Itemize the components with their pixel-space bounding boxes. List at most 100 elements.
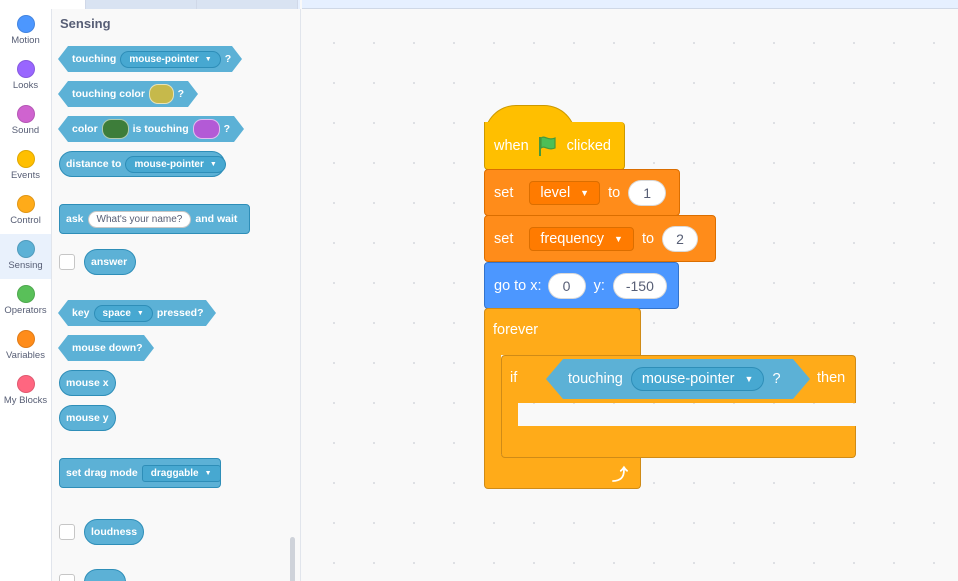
when-flag-clicked-hat[interactable]: when clicked	[484, 105, 625, 170]
category-events[interactable]: Events	[0, 144, 51, 189]
value-input-level[interactable]: 1	[628, 179, 667, 206]
timer-reporter[interactable]	[84, 569, 126, 581]
touching-object-dropdown[interactable]: mouse-pointer ▼	[120, 51, 220, 68]
if-label: if	[510, 370, 518, 386]
hat-pre-label: when	[494, 137, 529, 154]
caret-down-icon: ▼	[580, 187, 590, 198]
events-dot-icon	[16, 150, 35, 168]
sound-dot-icon	[16, 105, 35, 123]
touching-condition[interactable]: touching mouse-pointer ▼ ?	[546, 359, 810, 399]
block-label: mouse down?	[72, 342, 143, 354]
category-sound[interactable]: Sound	[0, 99, 51, 144]
block-label: touching color	[72, 88, 145, 100]
category-label: Control	[10, 215, 41, 226]
block-end: pressed?	[156, 307, 204, 319]
caret-down-icon: ▼	[136, 309, 144, 317]
category-control[interactable]: Control	[0, 189, 51, 234]
to-label: to	[641, 230, 655, 247]
block-label: set	[494, 184, 514, 201]
dropdown-value: draggable	[150, 467, 199, 479]
mouse-x-reporter[interactable]: mouse x	[59, 370, 116, 396]
timer-checkbox[interactable]	[59, 574, 75, 581]
category-label: Motion	[11, 35, 40, 46]
block-label: go to x:	[494, 277, 542, 294]
category-label: Looks	[12, 80, 39, 91]
tab-sounds[interactable]	[197, 0, 298, 9]
block-label: ask	[66, 213, 84, 225]
tab-code[interactable]	[0, 0, 86, 9]
block-label: distance to	[66, 158, 122, 170]
operators-dot-icon	[16, 285, 35, 303]
category-sensing[interactable]: Sensing	[0, 234, 51, 279]
category-menu: Motion Looks Sound Events Control Sensin…	[0, 9, 52, 581]
category-label: Sound	[11, 125, 40, 136]
color-swatch-2[interactable]	[193, 119, 220, 139]
distance-to-block[interactable]: distance to mouse-pointer ▼	[59, 151, 226, 177]
category-motion[interactable]: Motion	[0, 9, 51, 54]
block-mid: is touching	[132, 123, 189, 135]
ask-question-input[interactable]: What's your name?	[87, 210, 192, 228]
loudness-reporter[interactable]: loudness	[84, 519, 144, 545]
touching-block[interactable]: touching mouse-pointer ▼ ?	[58, 46, 242, 72]
ask-and-wait-block[interactable]: ask What's your name? and wait	[59, 204, 250, 234]
block-label: mouse x	[66, 377, 109, 389]
palette-scrollbar[interactable]	[290, 537, 295, 581]
block-label: set	[494, 230, 514, 247]
green-flag-icon	[538, 136, 556, 156]
control-dot-icon	[16, 195, 35, 213]
answer-reporter[interactable]: answer	[84, 249, 136, 275]
x-input[interactable]: 0	[547, 272, 586, 299]
caret-down-icon: ▼	[209, 160, 217, 168]
y-label: y:	[593, 277, 605, 294]
category-looks[interactable]: Looks	[0, 54, 51, 99]
script-area[interactable]: when clicked set level ▼ to 1 set frequen…	[302, 9, 958, 581]
block-end: ?	[224, 53, 232, 65]
variable-dropdown-level[interactable]: level ▼	[529, 180, 601, 205]
color-swatch-1[interactable]	[102, 119, 129, 139]
dropdown-value: mouse-pointer	[129, 53, 199, 65]
block-label: mouse y	[66, 412, 109, 424]
drag-mode-dropdown[interactable]: draggable ▼	[141, 464, 221, 482]
color-touching-color-block[interactable]: color is touching ?	[58, 116, 244, 142]
key-pressed-block[interactable]: key space ▼ pressed?	[58, 300, 216, 326]
category-label: Events	[10, 170, 41, 181]
go-to-xy-block[interactable]: go to x: 0 y: -150	[484, 262, 679, 309]
set-frequency-block[interactable]: set frequency ▼ to 2	[484, 215, 716, 262]
dropdown-value: mouse-pointer	[134, 158, 204, 170]
hat-post-label: clicked	[566, 137, 611, 154]
palette-title: Sensing	[60, 16, 111, 31]
forever-left-arm	[484, 354, 501, 459]
loop-arrow-icon: ⤴	[612, 467, 629, 484]
y-input[interactable]: -150	[612, 272, 667, 299]
block-label: answer	[91, 256, 128, 268]
block-label: key	[72, 307, 90, 319]
category-my-blocks[interactable]: My Blocks	[0, 369, 51, 414]
variable-dropdown-frequency[interactable]: frequency ▼	[529, 226, 634, 251]
stage-header	[302, 0, 958, 9]
set-drag-mode-block[interactable]: set drag mode draggable ▼	[59, 458, 221, 488]
distance-target-dropdown[interactable]: mouse-pointer ▼	[125, 155, 226, 173]
set-level-block[interactable]: set level ▼ to 1	[484, 169, 680, 216]
if-left-arm	[501, 402, 518, 427]
value-input-frequency[interactable]: 2	[662, 225, 699, 252]
variables-dot-icon	[16, 330, 35, 348]
answer-checkbox[interactable]	[59, 254, 75, 270]
loudness-checkbox[interactable]	[59, 524, 75, 540]
touching-object-dropdown[interactable]: mouse-pointer ▼	[631, 367, 765, 391]
if-bottom-arm	[501, 426, 856, 458]
color-swatch[interactable]	[149, 84, 174, 104]
caret-down-icon: ▼	[204, 55, 212, 63]
category-operators[interactable]: Operators	[0, 279, 51, 324]
tab-costumes[interactable]	[86, 0, 197, 9]
block-label: loudness	[91, 526, 138, 538]
touching-color-block[interactable]: touching color ?	[58, 81, 198, 107]
looks-dot-icon	[16, 60, 35, 78]
mouse-y-reporter[interactable]: mouse y	[59, 405, 116, 431]
key-dropdown[interactable]: space ▼	[94, 305, 153, 322]
block-end: ?	[177, 88, 184, 100]
category-variables[interactable]: Variables	[0, 324, 51, 369]
mouse-down-block[interactable]: mouse down?	[58, 335, 154, 361]
category-label: Operators	[4, 305, 47, 316]
category-label: My Blocks	[3, 395, 48, 406]
dropdown-value: frequency	[540, 230, 605, 247]
